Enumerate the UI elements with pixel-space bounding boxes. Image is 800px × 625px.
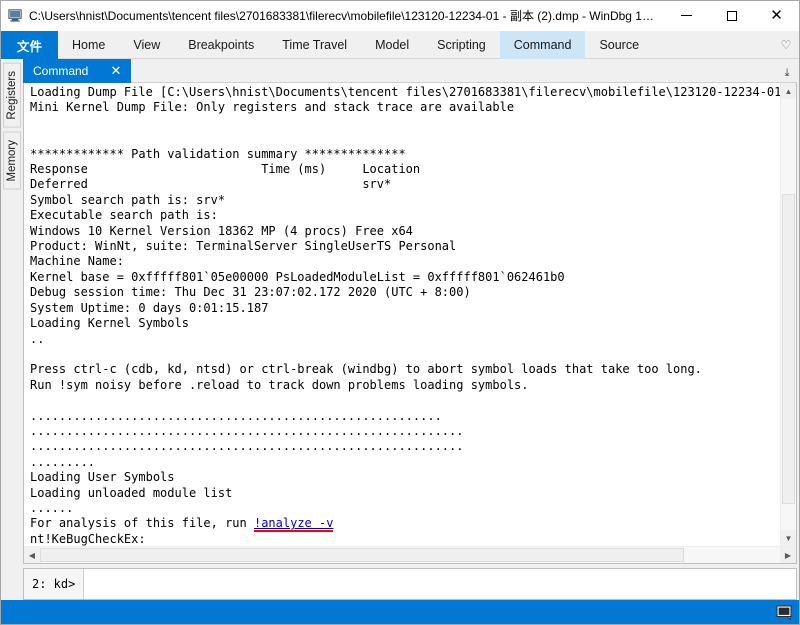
- command-panel: Loading Dump File [C:\Users\hnist\Docume…: [23, 83, 797, 564]
- console-line: ************* Path validation summary **…: [30, 146, 406, 161]
- console-line: Response Time (ms) Location: [30, 162, 421, 177]
- windbg-window: C:\Users\hnist\Documents\tencent files\2…: [0, 0, 800, 625]
- minimize-button[interactable]: [664, 1, 709, 31]
- vertical-scroll-thumb[interactable]: [782, 193, 795, 505]
- horizontal-scroll-thumb[interactable]: [40, 548, 684, 562]
- document-tabstrip: Command ✕ ⤓: [23, 59, 797, 83]
- console-line: Symbol search path is: srv*: [30, 192, 226, 207]
- console-line: Deferred srv*: [30, 177, 392, 192]
- analyze-line-prefix: For analysis of this file, run: [30, 516, 254, 531]
- console-line: Loading Kernel Symbols: [30, 316, 189, 331]
- ribbon-tab-view[interactable]: View: [119, 31, 174, 59]
- dock-tab-memory[interactable]: Memory: [3, 131, 21, 190]
- horizontal-scrollbar[interactable]: ◀ ▶: [24, 546, 796, 563]
- console-row: Loading Dump File [C:\Users\hnist\Docume…: [24, 83, 796, 546]
- ribbon-tabstrip: 文件 Home View Breakpoints Time Travel Mod…: [1, 31, 799, 59]
- vertical-scroll-track[interactable]: [781, 99, 796, 530]
- scroll-down-icon[interactable]: ▼: [781, 530, 796, 546]
- workspace: Registers Memory Command ✕ ⤓ Loading Dum…: [1, 59, 799, 600]
- close-button[interactable]: ✕: [754, 1, 799, 31]
- windbg-icon: [1, 1, 29, 31]
- console-line: Debug session time: Thu Dec 31 23:07:02.…: [30, 285, 471, 300]
- status-bar: [1, 600, 799, 624]
- console-line: Loading Dump File [C:\Users\hnist\Docume…: [30, 85, 780, 99]
- ribbon-tab-model[interactable]: Model: [361, 31, 423, 59]
- ribbon-expand-icon[interactable]: ♡: [773, 31, 799, 58]
- document-tab-label: Command: [33, 64, 89, 78]
- close-icon[interactable]: ✕: [107, 62, 125, 80]
- ribbon-tab-file[interactable]: 文件: [1, 31, 59, 59]
- ribbon-tab-command[interactable]: Command: [499, 31, 586, 59]
- console-line: nt!KeBugCheckEx:: [30, 531, 146, 546]
- console-line: Mini Kernel Dump File: Only registers an…: [30, 100, 515, 115]
- title-bar: C:\Users\hnist\Documents\tencent files\2…: [1, 1, 799, 31]
- scroll-up-icon[interactable]: ▲: [781, 83, 796, 99]
- console-line: System Uptime: 0 days 0:01:15.187: [30, 300, 269, 315]
- vertical-scrollbar[interactable]: ▲ ▼: [780, 83, 796, 546]
- ribbon-tab-breakpoints[interactable]: Breakpoints: [174, 31, 268, 59]
- console-line: Product: WinNt, suite: TerminalServer Si…: [30, 239, 457, 254]
- ribbon-tab-home[interactable]: Home: [58, 31, 119, 59]
- command-prompt-row: 2: kd>: [23, 568, 797, 600]
- console-line: ........................................…: [30, 408, 442, 423]
- console-line: .........: [30, 454, 96, 469]
- tabstrip-empty-area: [131, 59, 777, 83]
- left-dock-rail: Registers Memory: [1, 59, 23, 600]
- feedback-chat-icon[interactable]: [775, 604, 793, 620]
- ribbon-tab-source[interactable]: Source: [585, 31, 653, 59]
- prompt-label: 2: kd>: [24, 569, 85, 599]
- document-tab-command[interactable]: Command ✕: [23, 59, 131, 83]
- scroll-left-icon[interactable]: ◀: [24, 547, 40, 563]
- console-line: ......: [30, 500, 74, 515]
- console-line: Executable search path is:: [30, 208, 218, 223]
- window-controls: ✕: [664, 1, 799, 31]
- window-title: C:\Users\hnist\Documents\tencent files\2…: [29, 9, 664, 23]
- console-line: Kernel base = 0xfffff801`05e00000 PsLoad…: [30, 269, 565, 284]
- pin-icon[interactable]: ⤓: [777, 59, 797, 83]
- console-output[interactable]: Loading Dump File [C:\Users\hnist\Docume…: [24, 83, 780, 546]
- console-line: Loading unloaded module list: [30, 485, 233, 500]
- command-input[interactable]: [84, 569, 796, 599]
- console-line: Windows 10 Kernel Version 18362 MP (4 pr…: [30, 223, 413, 238]
- dock-tab-registers[interactable]: Registers: [3, 63, 21, 128]
- maximize-button[interactable]: [709, 1, 754, 31]
- scroll-right-icon[interactable]: ▶: [780, 547, 796, 563]
- console-line: ........................................…: [30, 439, 464, 454]
- close-icon: ✕: [770, 7, 783, 24]
- ribbon-spacer: [653, 31, 773, 58]
- console-line-analyze: For analysis of this file, run !analyze …: [30, 516, 780, 533]
- console-line: Machine Name:: [30, 254, 124, 269]
- ribbon-tab-scripting[interactable]: Scripting: [423, 31, 500, 59]
- console-line: ........................................…: [30, 423, 464, 438]
- horizontal-scroll-track[interactable]: [40, 547, 780, 563]
- document-region: Command ✕ ⤓ Loading Dump File [C:\Users\…: [23, 59, 799, 600]
- console-line: Run !sym noisy before .reload to track d…: [30, 377, 529, 392]
- console-line: Press ctrl-c (cdb, kd, ntsd) or ctrl-bre…: [30, 362, 702, 377]
- ribbon-tab-time-travel[interactable]: Time Travel: [268, 31, 361, 59]
- analyze-command-link[interactable]: !analyze -v: [253, 516, 334, 533]
- console-line: ..: [30, 331, 45, 346]
- console-line: Loading User Symbols: [30, 470, 175, 485]
